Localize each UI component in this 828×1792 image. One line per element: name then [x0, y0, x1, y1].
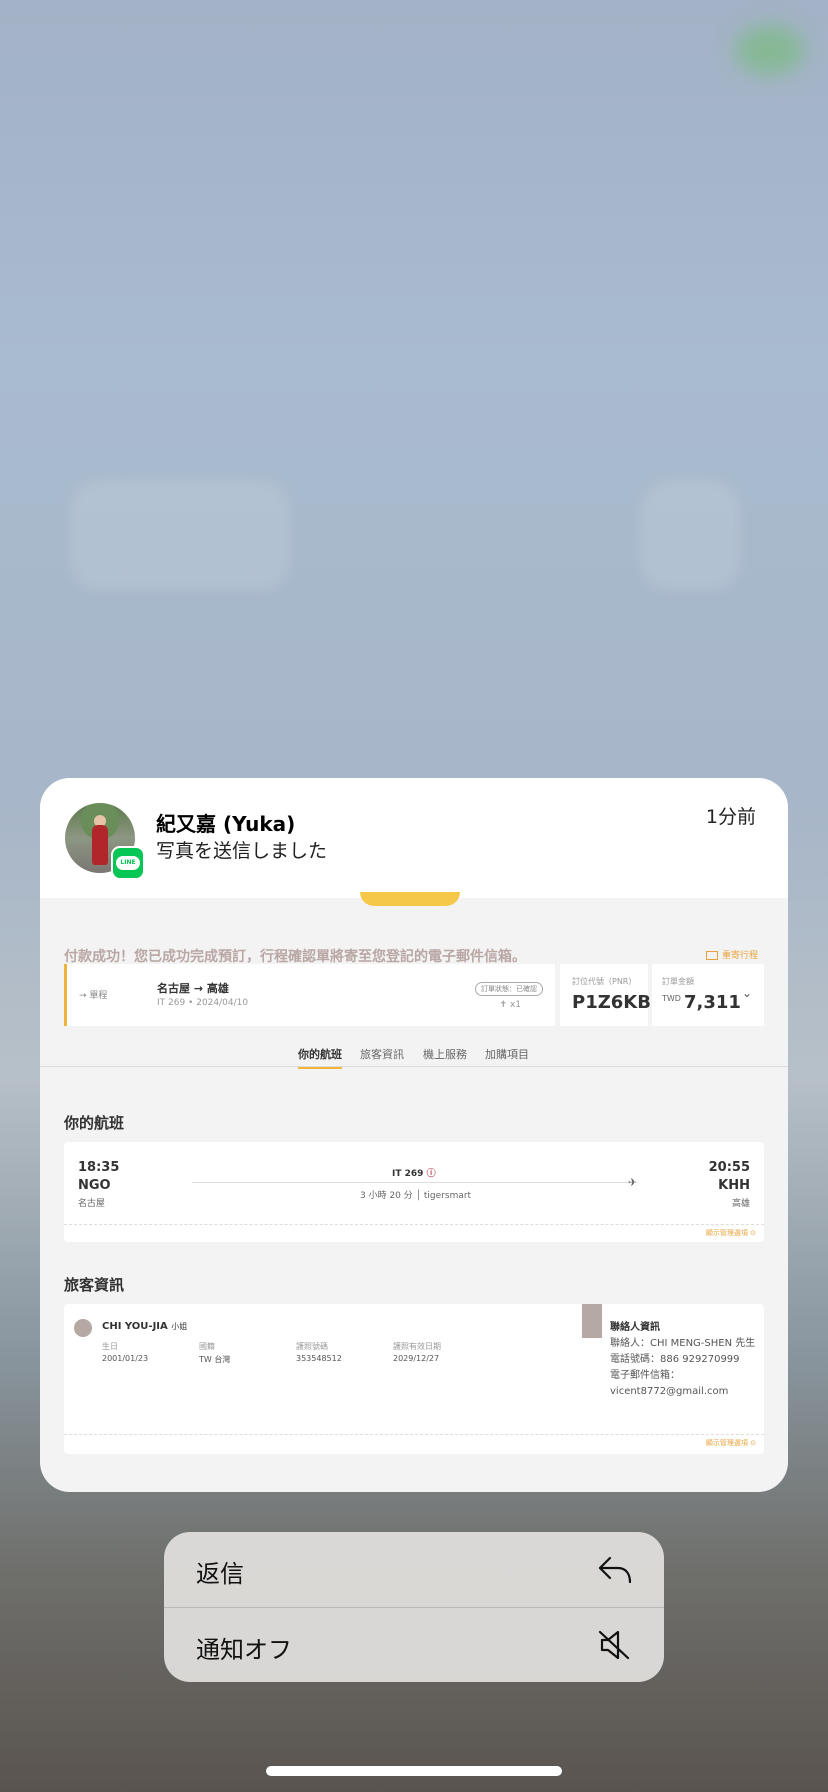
arr-code: KHH	[718, 1178, 750, 1193]
field-label: 生日	[102, 1342, 118, 1351]
pnr-label: 訂位代號（PNR）	[572, 977, 637, 986]
status-badge: 訂單狀態：已確認	[475, 982, 543, 996]
mute-notifications-button[interactable]: 通知オフ	[164, 1608, 664, 1682]
reply-icon	[598, 1556, 632, 1584]
reply-label: 返信	[196, 1560, 244, 1588]
resend-itinerary-link: 重寄行程	[705, 948, 758, 961]
tab-passengers: 旅客資訊	[360, 1048, 404, 1061]
field-value: TW 台灣	[199, 1355, 231, 1364]
route: 名古屋 → 高雄	[157, 982, 229, 995]
plane-icon: ✈	[628, 1176, 638, 1189]
person-icon	[74, 1319, 92, 1337]
booking-summary: → 單程 名古屋 → 高雄 IT 269 • 2024/04/10 訂單狀態：已…	[64, 964, 555, 1026]
chevron-down-icon: ⌄	[741, 986, 752, 1000]
route-line	[192, 1182, 632, 1183]
duration: 3 小時 20 分 │ tigersmart	[360, 1191, 472, 1201]
dep-city: 名古屋	[78, 1199, 106, 1209]
field-label: 護照號碼	[296, 1342, 328, 1351]
speaker-muted-icon	[598, 1630, 630, 1660]
flight-date: IT 269 • 2024/04/10	[157, 998, 249, 1008]
section-tabs: 你的航班 旅客資訊 機上服務 加購項目	[40, 1038, 788, 1069]
flight-section-title: 你的航班	[64, 1114, 125, 1132]
sender-name: 紀又嘉 (Yuka)	[156, 812, 296, 836]
payment-success-banner: 付款成功！您已成功完成預訂，行程確認單將寄至您登記的電子郵件信箱。	[64, 949, 526, 965]
decor-arc	[360, 892, 460, 906]
attached-photo: 付款成功！您已成功完成預訂，行程確認單將寄至您登記的電子郵件信箱。 重寄行程 →…	[40, 892, 788, 1492]
divider	[64, 1224, 764, 1225]
currency: TWD	[662, 994, 681, 1003]
notification-message: 写真を送信しました	[156, 840, 328, 862]
mail-icon	[705, 951, 718, 960]
background-blur	[640, 480, 740, 590]
contact-info: 聯絡人資訊 聯絡人：CHI MENG-SHEN 先生 電話號碼：886 9292…	[610, 1322, 756, 1397]
background-blur	[735, 25, 805, 75]
passenger-card: CHI YOU-JIA 小姐 生日 2001/01/23 國籍 TW 台灣 護照…	[64, 1304, 764, 1454]
arr-time: 20:55	[708, 1160, 750, 1175]
flight-number: IT 269 ⓘ	[392, 1169, 436, 1179]
tab-addons: 加購項目	[485, 1048, 529, 1061]
notification-card[interactable]: LINE 紀又嘉 (Yuka) 写真を送信しました 1分前 付款成功！您已成功完…	[40, 778, 788, 1492]
dep-code: NGO	[78, 1178, 111, 1193]
dep-time: 18:35	[78, 1160, 120, 1175]
manage-options: 顯示管理選項 ⊙	[705, 1439, 756, 1447]
background-blur	[70, 480, 290, 590]
mute-label: 通知オフ	[196, 1636, 292, 1664]
reply-button[interactable]: 返信	[164, 1532, 664, 1607]
notification-action-menu: 返信 通知オフ	[164, 1532, 664, 1682]
divider	[64, 1434, 764, 1435]
passenger-name: CHI YOU-JIA 小姐	[102, 1321, 188, 1332]
arr-city: 高雄	[731, 1199, 750, 1209]
field-value: 353548512	[296, 1354, 342, 1363]
line-app-icon: LINE	[111, 846, 145, 880]
pnr-value: P1Z6KB	[572, 992, 651, 1013]
manage-options: 顯示管理選項 ⊙	[705, 1229, 756, 1237]
contact-tag-icon	[582, 1304, 602, 1338]
field-label: 護照有效日期	[393, 1342, 441, 1351]
field-value: 2029/12/27	[393, 1354, 440, 1363]
amount-label: 訂單金額	[662, 977, 694, 986]
amount-box: 訂單金額 TWD 7,311 ⌄	[652, 964, 764, 1026]
amount-value: 7,311	[684, 992, 741, 1013]
trip-type: 單程	[89, 991, 108, 1001]
notification-header: LINE 紀又嘉 (Yuka) 写真を送信しました 1分前	[40, 778, 788, 898]
passenger-count: ✝ x1	[499, 1000, 521, 1010]
field-label: 國籍	[199, 1342, 215, 1351]
tab-flights: 你的航班	[298, 1046, 342, 1069]
home-indicator[interactable]	[266, 1766, 562, 1776]
pnr-box: 訂位代號（PNR） P1Z6KB	[560, 964, 651, 1026]
notification-time: 1分前	[705, 806, 756, 828]
tab-inflight: 機上服務	[423, 1048, 467, 1061]
passenger-section-title: 旅客資訊	[64, 1276, 125, 1294]
field-value: 2001/01/23	[102, 1354, 149, 1363]
flight-card: 18:35 NGO 名古屋 IT 269 ⓘ 3 小時 20 分 │ tiger…	[64, 1142, 764, 1242]
